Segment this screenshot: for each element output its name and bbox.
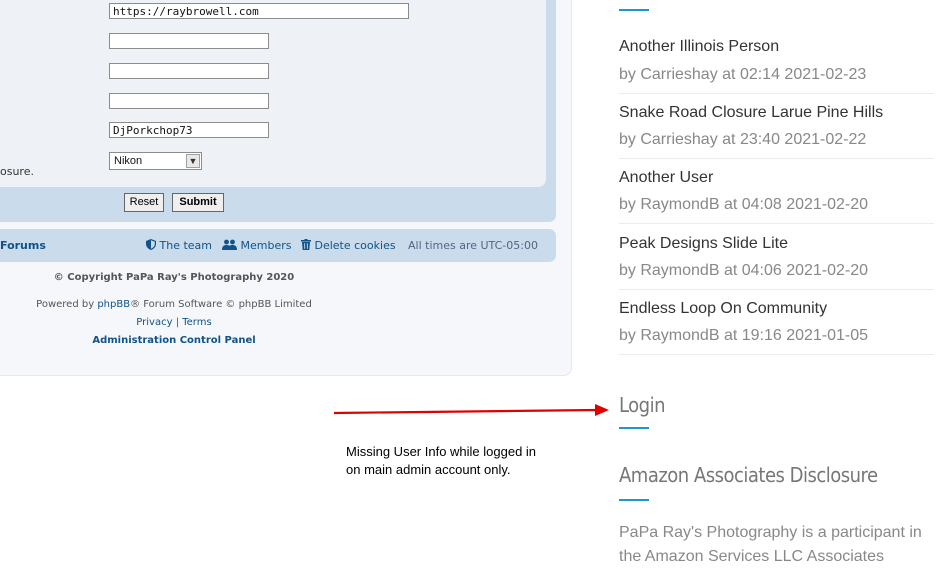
recent-post-title[interactable]: Snake Road Closure Larue Pine Hills: [619, 104, 883, 122]
login-widget-title: Login: [619, 393, 666, 417]
reset-button[interactable]: Reset: [124, 193, 164, 212]
annotation-note: Missing User Info while logged in on mai…: [346, 443, 536, 479]
divider: [619, 158, 934, 159]
annotation-line-2: on main admin account only.: [346, 462, 511, 477]
phpbb-link[interactable]: phpBB: [97, 299, 130, 310]
delete-cookies-link[interactable]: Delete cookies: [301, 239, 396, 252]
recent-post-meta: by RaymondB at 19:16 2021-01-05: [619, 327, 869, 344]
shield-icon: [146, 239, 156, 250]
members-link[interactable]: Members: [222, 239, 291, 252]
chevron-down-icon: ▼: [186, 154, 200, 168]
trash-icon: [301, 239, 311, 250]
timezone-text: All times are UTC-05:00: [408, 239, 538, 252]
recent-post-title[interactable]: Peak Designs Slide Lite: [619, 235, 788, 253]
disclosure-text: PaPa Ray's Photography is a participant …: [619, 524, 922, 565]
divider: [619, 223, 934, 224]
recent-post-title[interactable]: Another User: [619, 169, 713, 187]
divider: [619, 289, 934, 290]
username-field[interactable]: DjPorkchop73: [109, 122, 269, 138]
widget-accent-line: [619, 9, 649, 11]
link-separator: |: [175, 317, 180, 328]
users-icon: [222, 239, 237, 250]
recent-post-meta: by RaymondB at 04:08 2021-02-20: [619, 196, 869, 213]
widget-accent-line: [619, 499, 649, 501]
profile-form: https://raybrowell.com DjPorkchop73 Niko…: [0, 0, 546, 187]
profile-panel: https://raybrowell.com DjPorkchop73 Niko…: [0, 0, 556, 222]
powered-prefix: Powered by: [36, 299, 98, 310]
widget-accent-line: [619, 427, 649, 429]
powered-suffix: ® Forum Software © phpBB Limited: [130, 299, 312, 310]
powered-by-text: Powered by phpBB® Forum Software © phpBB…: [0, 299, 348, 310]
submit-button[interactable]: Submit: [172, 193, 224, 212]
recent-post-title[interactable]: Endless Loop On Community: [619, 300, 827, 318]
recent-post-title[interactable]: Another Illinois Person: [619, 38, 779, 56]
website-field[interactable]: https://raybrowell.com: [109, 3, 409, 19]
divider: [619, 354, 934, 355]
privacy-link[interactable]: Privacy: [136, 317, 172, 328]
acp-link[interactable]: Administration Control Panel: [0, 335, 348, 346]
annotation-line-1: Missing User Info while logged in: [346, 444, 537, 459]
field-hint: osure.: [0, 165, 34, 178]
terms-link[interactable]: Terms: [182, 317, 211, 328]
recent-post-meta: by Carrieshay at 23:40 2021-02-22: [619, 131, 867, 148]
recent-post-meta: by Carrieshay at 02:14 2021-02-23: [619, 66, 867, 83]
members-label: Members: [240, 239, 292, 252]
footer-links: Privacy | Terms: [0, 317, 348, 328]
disclosure-widget-title: Amazon Associates Disclosure: [619, 463, 878, 487]
camera-select[interactable]: Nikon ▼: [109, 152, 202, 170]
copyright-text: © Copyright PaPa Ray's Photography 2020: [53, 272, 295, 283]
forums-link[interactable]: Forums: [0, 239, 46, 252]
profile-field-3[interactable]: [109, 63, 269, 79]
forum-container: https://raybrowell.com DjPorkchop73 Niko…: [0, 0, 572, 376]
footer-navbar: Forums The team Members Delete cookies A…: [0, 229, 556, 262]
profile-field-2[interactable]: [109, 33, 269, 49]
team-label: The team: [159, 239, 213, 252]
recent-post-meta: by RaymondB at 04:06 2021-02-20: [619, 262, 869, 279]
divider: [619, 93, 934, 94]
camera-select-value: Nikon: [114, 155, 143, 167]
team-link[interactable]: The team: [146, 239, 212, 252]
delete-cookies-label: Delete cookies: [314, 239, 396, 252]
profile-field-4[interactable]: [109, 93, 269, 109]
